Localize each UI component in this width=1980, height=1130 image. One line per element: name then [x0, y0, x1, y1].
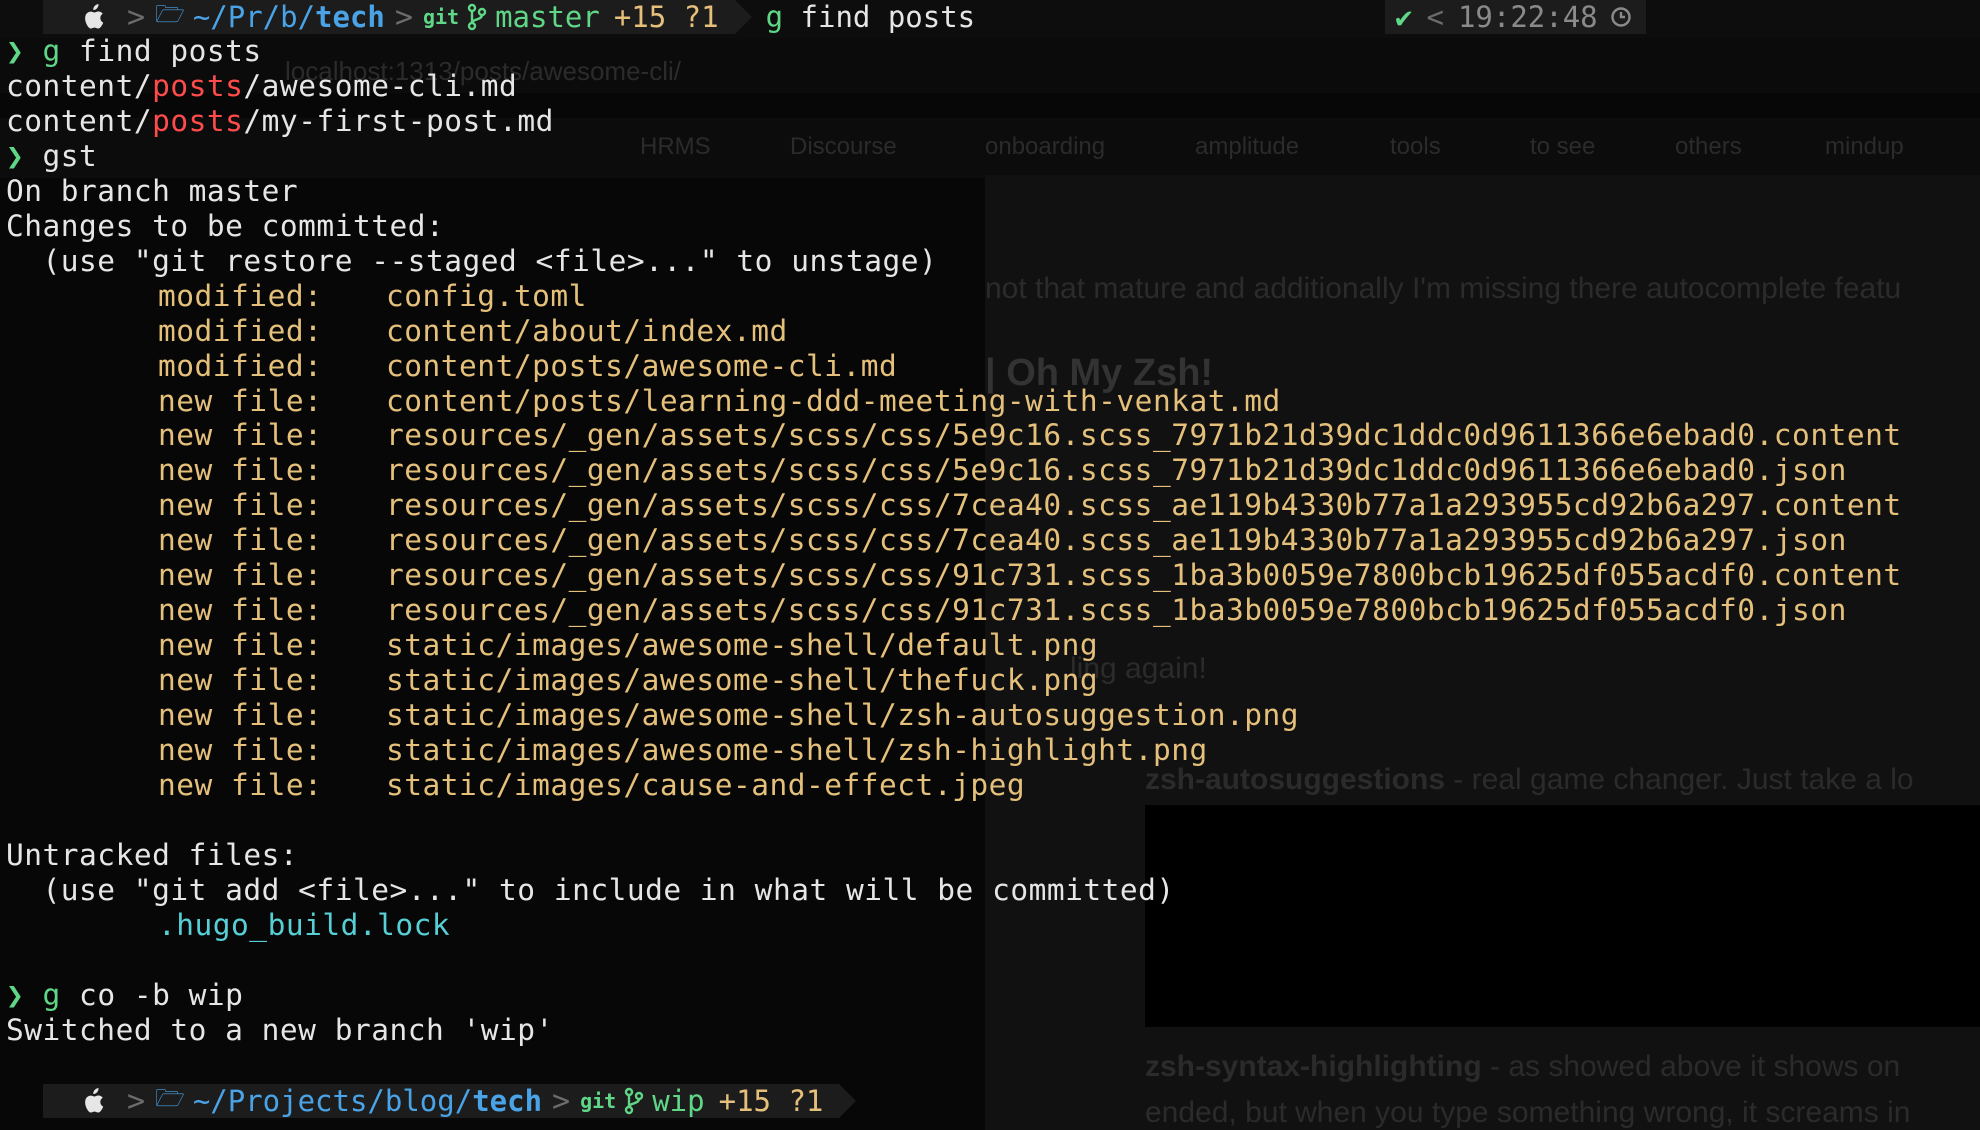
output-text: Untracked files:: [6, 837, 299, 872]
command-alias: g: [42, 977, 61, 1012]
change-status: new file:: [158, 418, 323, 453]
branch-icon: [467, 3, 487, 31]
prompt-right-segment: ✔ < 19:22:48: [1385, 0, 1646, 34]
result-path-prefix: content/: [6, 103, 153, 138]
output-text: Changes to be committed:: [6, 208, 445, 243]
change-file: static/images/awesome-shell/default.png: [386, 628, 1099, 663]
change-file: content/posts/awesome-cli.md: [386, 348, 898, 383]
output-line: Changes to be committed:: [6, 209, 444, 244]
find-result-line: content/posts/my-first-post.md: [6, 104, 554, 139]
terminal-window[interactable]: > 🗁 ~/Pr/b/tech > git master +15 ?1 g fi…: [0, 0, 1980, 1130]
change-file: resources/_gen/assets/scss/css/91c731.sc…: [386, 593, 1847, 628]
separator-chevron: >: [127, 1083, 146, 1119]
find-result-line: content/posts/awesome-cli.md: [6, 69, 517, 104]
change-status: new file:: [158, 383, 323, 418]
separator-chevron: >: [394, 0, 413, 35]
folder-icon: 🗁: [155, 0, 185, 28]
change-file: resources/_gen/assets/scss/css/5e9c16.sc…: [386, 418, 1902, 453]
output-line: (use "git add <file>..." to include in w…: [6, 873, 1175, 908]
change-file: resources/_gen/assets/scss/css/7cea40.sc…: [386, 523, 1847, 558]
git-icon: git: [580, 1089, 617, 1113]
apple-icon: [85, 4, 104, 29]
git-icon: git: [422, 5, 460, 29]
change-file: static/images/awesome-shell/thefuck.png: [386, 663, 1099, 698]
prompt-chevron-icon: ❯: [6, 34, 43, 68]
prompt-git-status: +15 ?1: [613, 0, 719, 34]
apple-icon: [85, 1088, 104, 1113]
change-status: new file:: [158, 593, 323, 628]
change-file: resources/_gen/assets/scss/css/5e9c16.sc…: [386, 453, 1847, 488]
change-status: new file:: [158, 488, 323, 523]
separator-chevron: >: [552, 1083, 571, 1119]
change-file: resources/_gen/assets/scss/css/91c731.sc…: [386, 558, 1902, 593]
segment-arrow: [734, 0, 752, 34]
change-file: static/images/cause-and-effect.jpeg: [386, 767, 1026, 802]
command-line: ❯ g co -b wip: [6, 978, 243, 1013]
result-path-suffix: /awesome-cli.md: [243, 68, 518, 103]
prompt-branch: wip: [652, 1084, 705, 1118]
change-file: content/about/index.md: [386, 313, 788, 348]
prompt-time: 19:22:48: [1457, 0, 1598, 34]
change-file: static/images/awesome-shell/zsh-autosugg…: [386, 698, 1300, 733]
prompt-path: ~/Pr/b/: [192, 0, 316, 34]
prompt-path-dir: tech: [315, 0, 385, 34]
untracked-file: .hugo_build.lock: [158, 907, 451, 942]
change-status: modified:: [158, 278, 323, 313]
result-path-suffix: /my-first-post.md: [243, 103, 554, 138]
command-line: ❯ g find posts: [6, 34, 262, 69]
command-text: gst: [42, 138, 98, 173]
change-status: new file:: [158, 733, 323, 767]
change-file: content/posts/learning-ddd-meeting-with-…: [386, 383, 1281, 418]
separator-chevron: <: [1426, 0, 1444, 34]
prompt-bar-top: > 🗁 ~/Pr/b/tech > git master +15 ?1 g fi…: [43, 0, 976, 35]
prompt-segments: > 🗁 ~/Pr/b/tech > git master +15 ?1: [43, 0, 735, 35]
output-line: Switched to a new branch 'wip': [6, 1013, 554, 1048]
change-status: new file:: [158, 767, 323, 802]
folder-icon: 🗁: [155, 1083, 185, 1112]
prompt-chevron-icon: ❯: [6, 977, 43, 1012]
separator-chevron: >: [127, 0, 146, 35]
output-line: (use "git restore --staged <file>..." to…: [6, 244, 937, 279]
prompt-bar-bottom[interactable]: > 🗁 ~/Projects/blog/tech > git wip +15 ?…: [43, 1083, 857, 1119]
prompt-chevron-icon: ❯: [6, 138, 43, 173]
change-status: new file:: [158, 558, 323, 593]
prompt-path-dir: tech: [472, 1084, 543, 1118]
change-status: new file:: [158, 523, 323, 558]
clock-icon: [1610, 7, 1631, 27]
change-status: modified:: [158, 313, 323, 348]
segment-arrow: [839, 1084, 857, 1118]
typed-command: g find posts: [765, 0, 976, 34]
output-line: On branch master: [6, 174, 298, 209]
result-path-prefix: content/: [6, 68, 153, 103]
branch-icon: [625, 1087, 644, 1115]
command-text: find posts: [60, 34, 262, 68]
command-alias: g: [42, 34, 61, 68]
success-check-icon: ✔: [1395, 0, 1413, 34]
output-text: (use "git add <file>..." to include in w…: [6, 872, 1175, 907]
prompt-git-status: +15 ?1: [718, 1084, 824, 1118]
result-match-highlight: posts: [152, 103, 244, 138]
prompt-path: ~/Projects/blog/: [192, 1084, 473, 1118]
change-file: config.toml: [386, 278, 587, 313]
change-status: new file:: [158, 628, 323, 663]
command-line: ❯ gst: [6, 139, 97, 174]
change-status: new file:: [158, 698, 323, 733]
change-file: resources/_gen/assets/scss/css/7cea40.sc…: [386, 488, 1902, 523]
prompt-segments: > 🗁 ~/Projects/blog/tech > git wip +15 ?…: [43, 1083, 840, 1119]
change-status: new file:: [158, 663, 323, 698]
output-text: On branch master: [6, 173, 299, 208]
output-text: (use "git restore --staged <file>..." to…: [6, 243, 938, 278]
change-status: modified:: [158, 348, 323, 383]
output-line: Untracked files:: [6, 838, 298, 873]
output-text: Switched to a new branch 'wip': [6, 1012, 554, 1047]
change-file: static/images/awesome-shell/zsh-highligh…: [386, 733, 1208, 767]
change-status: new file:: [158, 453, 323, 488]
prompt-branch: master: [495, 0, 600, 34]
result-match-highlight: posts: [152, 68, 244, 103]
command-text: co -b wip: [60, 977, 244, 1012]
